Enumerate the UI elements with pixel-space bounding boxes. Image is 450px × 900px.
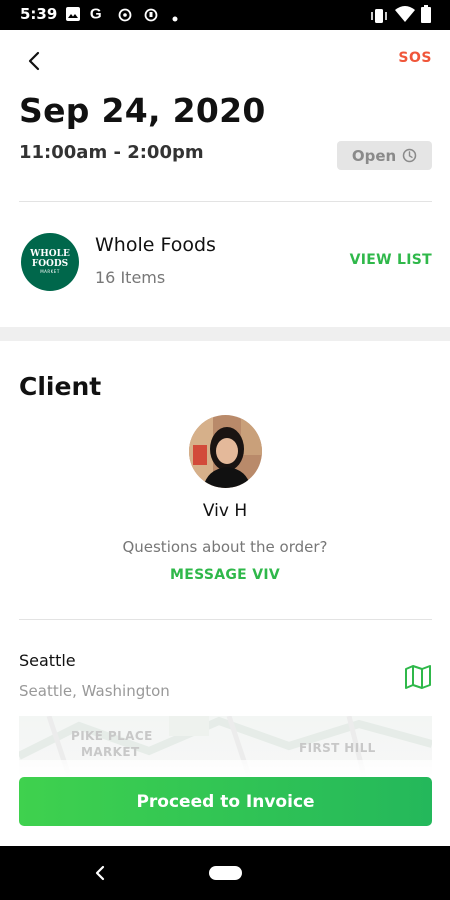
top-bar: SOS: [0, 30, 450, 90]
status-time: 5:39: [20, 5, 58, 23]
status-badge: Open: [337, 141, 432, 170]
location-city: Seattle: [19, 651, 76, 670]
avatar: [189, 415, 262, 488]
system-nav-bar: [0, 846, 450, 900]
view-list-button[interactable]: VIEW LIST: [350, 252, 432, 268]
message-client-button[interactable]: MESSAGE VIV: [0, 567, 450, 583]
client-heading: Client: [19, 372, 102, 401]
chevron-left-icon: [28, 51, 40, 71]
sos-button[interactable]: SOS: [398, 50, 432, 66]
google-icon: G: [90, 5, 102, 21]
open-map-button[interactable]: [404, 664, 432, 690]
clock-icon: [402, 148, 417, 163]
divider: [19, 201, 432, 202]
system-home-button[interactable]: [209, 866, 242, 880]
map-icon: [405, 665, 431, 689]
map-label: PIKE PLACE: [71, 729, 153, 743]
location-region: Seattle, Washington: [19, 682, 170, 700]
order-date: Sep 24, 2020: [19, 91, 266, 130]
app-icon: [144, 8, 158, 22]
wifi-icon: [395, 6, 415, 22]
client-name: Viv H: [202, 501, 248, 521]
map-label: FIRST HILL: [299, 741, 376, 755]
battery-icon: [421, 5, 431, 23]
app-icon: [118, 8, 132, 22]
map-label: MARKET: [81, 745, 140, 759]
divider: [19, 619, 432, 620]
back-button[interactable]: [14, 46, 50, 76]
order-time-range: 11:00am - 2:00pm: [19, 142, 204, 163]
section-separator: [0, 327, 450, 341]
svg-text:G: G: [90, 5, 102, 21]
status-bar: 5:39 G: [0, 0, 450, 30]
chevron-left-icon: [95, 865, 105, 881]
status-badge-label: Open: [351, 146, 397, 165]
proceed-to-invoice-button[interactable]: Proceed to Invoice: [19, 777, 432, 826]
client-question: Questions about the order?: [122, 538, 328, 556]
vibrate-icon: [371, 9, 387, 23]
system-back-button[interactable]: [92, 863, 108, 883]
store-item-count: 16 Items: [95, 268, 166, 287]
store-logo: WHOLE FOODS MARKET: [21, 233, 79, 291]
store-name: Whole Foods: [95, 234, 216, 256]
image-icon: [66, 7, 80, 21]
dot-icon: [172, 16, 178, 22]
